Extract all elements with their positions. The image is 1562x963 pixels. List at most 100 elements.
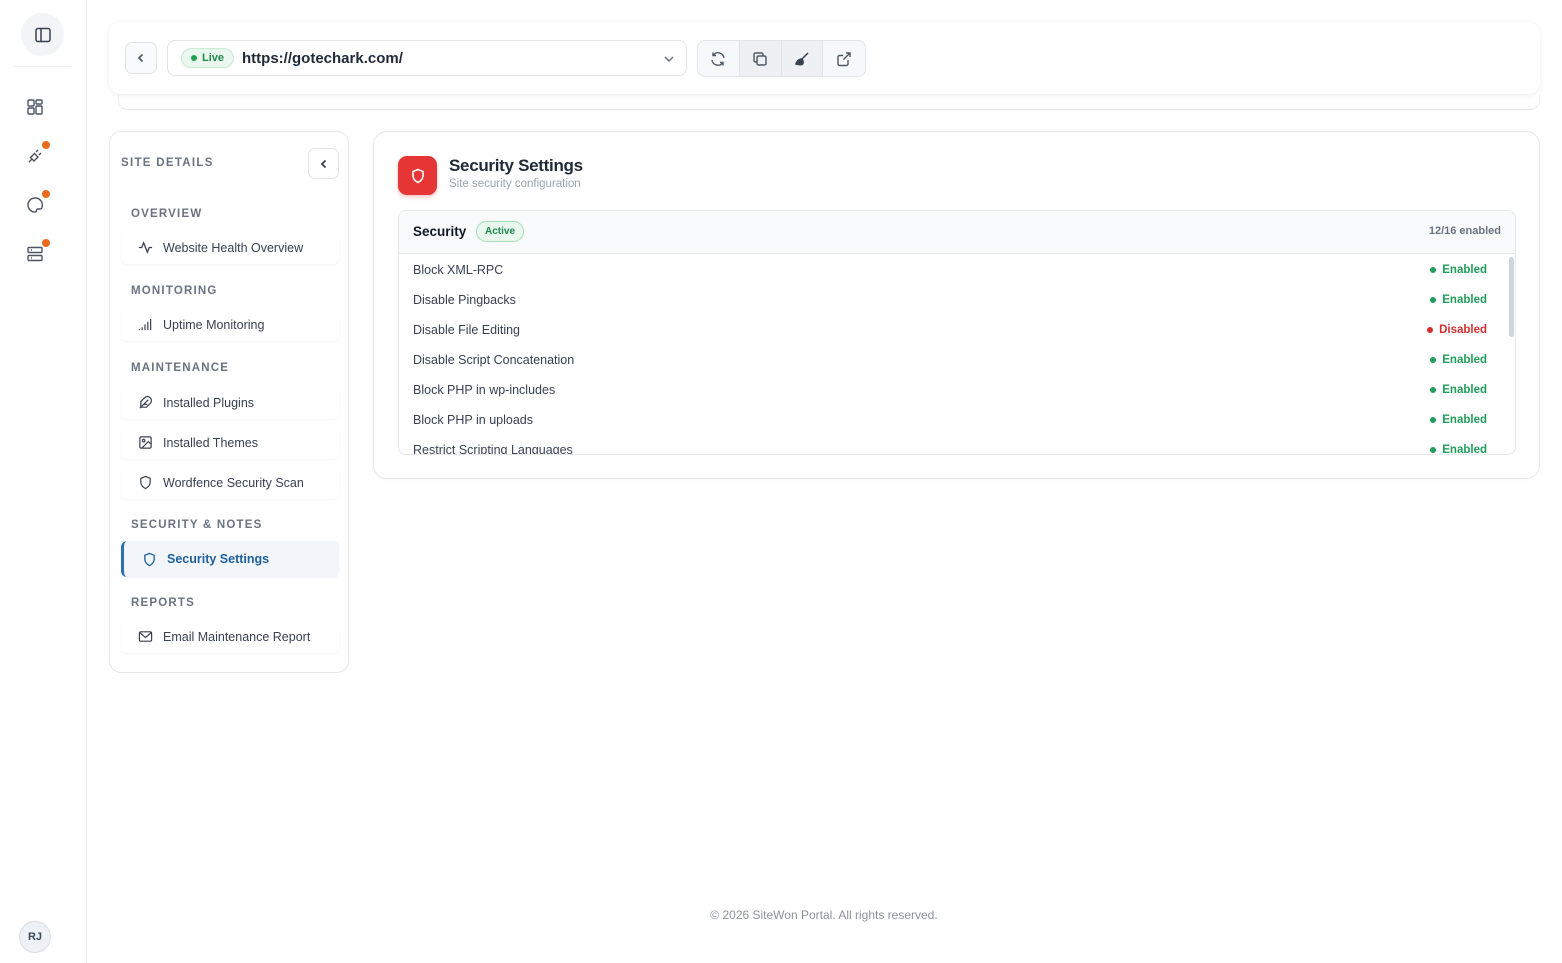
sidebar-item-wordfence[interactable]: Wordfence Security Scan [121,466,339,499]
setting-status: Disabled [1427,324,1487,336]
activity-icon [137,240,153,256]
status-dot [1430,387,1437,393]
sidebar-item-plugins[interactable]: Installed Plugins [121,386,339,419]
setting-label: Block PHP in uploads [413,413,533,427]
section-heading-reports: REPORTS [131,597,195,609]
refresh-icon [711,51,726,66]
mail-icon [137,629,153,645]
section-heading-overview: OVERVIEW [131,208,203,220]
sidebar-item-website-health[interactable]: Website Health Overview [121,231,339,264]
page-title: Security Settings [449,156,583,175]
url-toolbar: Live https://gotechark.com/ [109,22,1540,94]
sidebar-item-email-report[interactable]: Email Maintenance Report [121,620,339,653]
card-title: Security [413,224,467,239]
sidebar-panel-icon [34,27,51,42]
sidebar-title: SITE DETAILS [121,157,214,169]
open-external-button[interactable] [823,41,865,76]
page-subtitle: Site security configuration [449,178,581,190]
sidebar-item-label: Installed Plugins [163,395,255,410]
security-card-header: Security Active 12/16 enabled [399,211,1515,254]
rail-divider [14,66,71,67]
live-label: Live [202,52,225,64]
status-dot [1427,327,1434,333]
status-text: Disabled [1439,324,1487,336]
notification-dot [42,239,50,247]
status-text: Enabled [1442,414,1487,426]
setting-label: Disable File Editing [413,323,520,337]
left-rail: RJ [0,0,87,963]
status-text: Enabled [1442,294,1487,306]
servers-nav-button[interactable] [22,239,50,267]
image-icon [137,435,153,451]
setting-label: Disable Pingbacks [413,293,516,307]
section-heading-monitoring: MONITORING [131,285,218,297]
site-actions-group [697,40,866,77]
feather-icon [137,395,153,411]
status-dot [1430,297,1437,303]
collapse-sidebar-button[interactable] [308,148,339,179]
list-item[interactable]: Block PHP in wp-includes Enabled [399,375,1507,405]
list-item[interactable]: Block PHP in uploads Enabled [399,405,1507,435]
list-item[interactable]: Disable Script Concatenation Enabled [399,345,1507,375]
list-item[interactable]: Restrict Scripting Languages Enabled [399,435,1507,455]
live-dot [191,55,197,61]
setting-label: Restrict Scripting Languages [413,443,573,455]
footer-copyright: © 2026 SiteWon Portal. All rights reserv… [710,908,938,922]
notification-dot [42,190,50,198]
sidebar-item-label: Email Maintenance Report [163,629,311,644]
sidebar-item-label: Security Settings [167,552,270,566]
setting-label: Block XML-RPC [413,263,504,277]
scrollbar-thumb[interactable] [1509,257,1514,337]
enabled-count: 12/16 enabled [1428,225,1501,237]
shield-icon [398,156,437,195]
broom-icon [794,51,809,65]
security-settings-list[interactable]: Block XML-RPC Enabled Disable Pingbacks Ena… [399,255,1507,455]
sidebar-item-uptime[interactable]: Uptime Monitoring [121,308,339,341]
palette-icon [27,197,43,213]
sidebar-toggle-button[interactable] [21,13,64,56]
sidebar-item-themes[interactable]: Installed Themes [121,426,339,459]
refresh-button[interactable] [698,41,740,76]
list-item[interactable]: Disable File Editing Disabled [399,315,1507,345]
copy-button[interactable] [739,41,782,76]
setting-status: Enabled [1430,354,1487,366]
external-link-icon [837,51,851,66]
sidebar-item-label: Installed Themes [163,435,258,450]
setting-status: Enabled [1430,264,1487,276]
setting-label: Disable Script Concatenation [413,353,575,367]
status-text: Enabled [1442,444,1487,455]
signal-bars-icon [137,317,153,333]
status-text: Enabled [1442,264,1487,276]
chevron-down-icon [664,56,674,63]
sidebar-item-label: Uptime Monitoring [163,317,265,332]
security-settings-panel: Security Settings Site security configur… [373,131,1540,479]
shield-icon [141,551,157,567]
site-url-select[interactable]: Live https://gotechark.com/ [167,40,687,76]
chevron-left-icon [320,159,326,168]
live-status-badge: Live [181,48,235,68]
status-text: Enabled [1442,384,1487,396]
status-badge: Active [476,221,525,242]
plug-icon [28,149,42,163]
section-heading-maintenance: MAINTENANCE [131,362,230,374]
themes-nav-button[interactable] [22,190,50,218]
status-dot [1430,447,1437,453]
status-dot [1430,357,1437,363]
sidebar-item-label: Website Health Overview [163,240,304,255]
back-button[interactable] [125,42,157,74]
copy-icon [753,51,767,66]
chevron-left-icon [137,53,144,63]
status-text: Enabled [1442,354,1487,366]
user-avatar[interactable]: RJ [19,921,51,953]
sidebar-item-label: Wordfence Security Scan [163,475,304,490]
list-item[interactable]: Block XML-RPC Enabled [399,255,1507,285]
clear-cache-button[interactable] [781,41,824,76]
setting-status: Enabled [1430,414,1487,426]
plugins-nav-button[interactable] [22,141,50,169]
site-details-sidebar: SITE DETAILS OVERVIEW Website Health Ove… [109,131,349,673]
setting-label: Block PHP in wp-includes [413,383,556,397]
dashboard-nav-button[interactable] [22,94,48,120]
list-item[interactable]: Disable Pingbacks Enabled [399,285,1507,315]
sidebar-item-security-settings[interactable]: Security Settings [121,541,339,577]
setting-status: Enabled [1430,444,1487,455]
